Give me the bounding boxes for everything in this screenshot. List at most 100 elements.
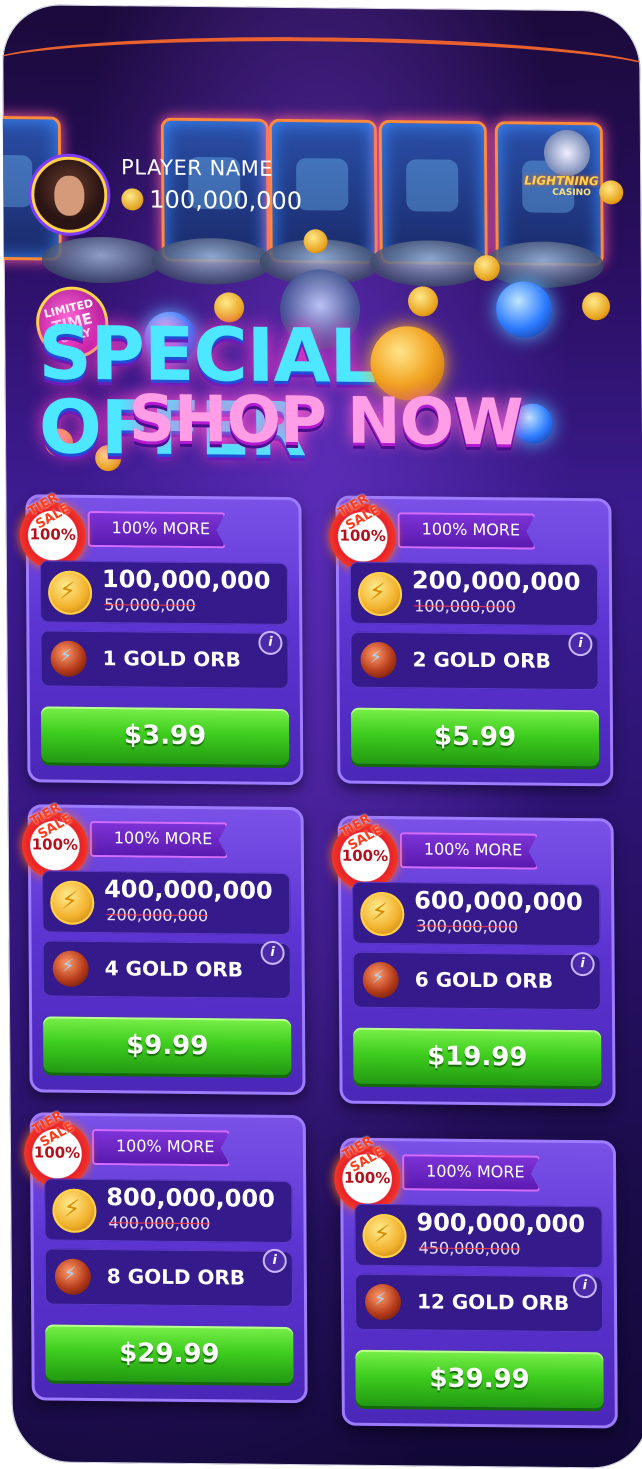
lightning-coin-icon [47,570,93,615]
buy-button[interactable]: $19.99 [353,1027,602,1087]
buy-button[interactable]: $3.99 [40,706,290,766]
bonus-tag: 100% MORE [398,512,537,549]
sale-percent: 100% [31,835,79,854]
offer-card[interactable]: 100% MORE TIER SALE 100% 400,000,000 200… [21,800,306,1096]
gold-orb-count: 12 GOLD ORB [416,1289,570,1315]
promo-subtitle: SHOP NOW [128,382,523,461]
gold-orb-icon [52,950,89,987]
bonus-tag: 100% MORE [402,1154,541,1191]
pedestal [41,236,162,284]
coin-decoration [599,180,624,205]
coin-amount: 900,000,000 [416,1208,586,1239]
gold-orb-icon [50,640,87,677]
coin-amount: 200,000,000 [411,566,581,597]
offer-card[interactable]: 100% MORE TIER SALE 100% 800,000,000 400… [23,1108,308,1404]
gold-orb-icon [364,1283,402,1321]
buy-button[interactable]: $9.99 [43,1016,292,1076]
info-icon[interactable]: i [570,951,595,977]
stage-arch [2,33,642,105]
offer-card[interactable]: 100% MORE TIER SALE 100% 200,000,000 100… [329,492,614,787]
gold-orb-row: 8 GOLD ORB i [44,1248,294,1308]
pedestal [369,239,490,288]
bonus-tag: 100% MORE [90,821,229,858]
pedestal [483,241,604,289]
sale-percent: 100% [33,1143,81,1162]
tier-sale-badge: TIER SALE 100% [21,800,89,879]
tier-sale-badge: TIER SALE 100% [333,1134,401,1213]
offer-card[interactable]: 100% MORE TIER SALE 100% 600,000,000 300… [331,812,616,1107]
bonus-tag: 100% MORE [400,832,539,869]
player-coin-balance: 100,000,000 [121,185,302,215]
game-shop-screen: PLAYER NAME 100,000,000 LIGHTNING CASINO… [2,4,642,1469]
coin-decoration [303,229,328,254]
info-icon[interactable]: i [260,940,285,965]
gold-orb-row: 6 GOLD ORB i [352,951,601,1011]
coin-amount: 600,000,000 [414,886,583,917]
coin-amount-row: 200,000,000 100,000,000 [349,561,599,627]
offer-card[interactable]: 100% MORE TIER SALE 100% 100,000,000 50,… [19,490,304,786]
pedestal [151,237,272,285]
buy-button[interactable]: $5.99 [350,707,600,767]
tier-sale-badge: TIER SALE 100% [23,1108,91,1187]
info-icon[interactable]: i [568,631,593,657]
player-avatar[interactable] [31,156,108,234]
buy-button[interactable]: $39.99 [355,1349,604,1409]
gold-orb-count: 1 GOLD ORB [102,646,241,672]
player-name: PLAYER NAME [121,155,274,181]
gold-orb-count: 8 GOLD ORB [106,1264,246,1290]
sale-percent: 100% [339,526,386,546]
coin-decoration [473,254,500,282]
coin-decoration [581,292,611,321]
old-coin-amount: 450,000,000 [418,1238,521,1259]
info-icon[interactable]: i [572,1274,597,1299]
gold-orb-row: 12 GOLD ORB i [354,1273,604,1333]
gold-orb-icon [362,961,399,999]
coin-amount-row: 400,000,000 200,000,000 [42,870,291,936]
coin-amount: 100,000,000 [101,565,271,595]
lightning-coin-icon [50,880,95,925]
astronaut-icon [543,129,591,177]
lightning-coin-icon [362,1213,407,1259]
logo-subtitle: CASINO [552,187,591,199]
old-coin-amount: 50,000,000 [104,595,196,616]
coin-balance-value: 100,000,000 [149,185,303,216]
coin-decoration [407,286,439,317]
logo-title: LIGHTNING [524,173,599,189]
buy-button[interactable]: $29.99 [45,1324,294,1384]
coin-amount-row: 100,000,000 50,000,000 [39,560,289,626]
lightning-coin-icon [357,571,403,617]
gold-orb-row: 1 GOLD ORB i [40,630,289,690]
gold-orb-count: 4 GOLD ORB [104,956,244,982]
coin-amount: 400,000,000 [104,875,273,905]
coin-icon [121,188,144,211]
sale-percent: 100% [343,1168,391,1188]
gold-orb-icon [360,641,397,679]
tier-sale-badge: TIER SALE 100% [329,492,396,571]
gold-orb-count: 6 GOLD ORB [414,967,554,993]
tier-sale-badge: TIER SALE 100% [19,490,86,569]
gold-orb-icon [54,1258,92,1295]
bonus-tag: 100% MORE [88,511,227,548]
sale-percent: 100% [29,525,76,544]
offer-card[interactable]: 100% MORE TIER SALE 100% 900,000,000 450… [333,1134,618,1429]
coin-amount-row: 600,000,000 300,000,000 [352,881,601,947]
info-icon[interactable]: i [262,1248,287,1274]
lightning-coin-icon [52,1188,97,1234]
gold-orb-count: 2 GOLD ORB [412,647,551,673]
gold-orb-row: 2 GOLD ORB i [350,631,599,691]
casino-logo: LIGHTNING CASINO [518,129,619,220]
gold-orb-row: 4 GOLD ORB i [42,940,291,1000]
old-coin-amount: 300,000,000 [416,916,519,937]
old-coin-amount: 400,000,000 [108,1213,211,1234]
lightning-coin-icon [360,891,405,937]
old-coin-amount: 200,000,000 [106,905,209,926]
header-scene: PLAYER NAME 100,000,000 LIGHTNING CASINO… [2,4,642,491]
coin-amount: 800,000,000 [106,1183,275,1213]
coin-amount-row: 900,000,000 450,000,000 [354,1203,603,1269]
sale-percent: 100% [341,846,389,866]
sale-label: TIER SALE [27,800,75,843]
old-coin-amount: 100,000,000 [414,596,517,617]
info-icon[interactable]: i [258,630,283,655]
sale-label: TIER SALE [25,490,73,533]
bonus-tag: 100% MORE [92,1129,231,1166]
